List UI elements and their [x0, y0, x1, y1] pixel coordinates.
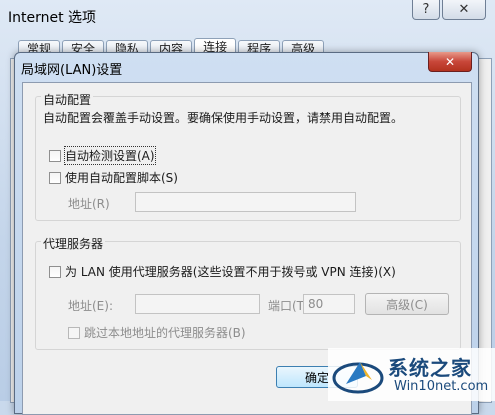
proxy-port-field[interactable]: 80 [303, 294, 355, 314]
help-button[interactable]: ? [412, 0, 440, 20]
advanced-button[interactable]: 高级(C) [365, 293, 449, 315]
internet-options-title: Internet 选项 [8, 10, 97, 26]
auto-script-label: 使用自动配置脚本(S) [65, 171, 178, 185]
proxy-address-field[interactable] [135, 294, 260, 314]
auto-detect-checkbox[interactable] [49, 149, 61, 162]
close-icon: ✕ [458, 2, 470, 17]
dialog-close-button[interactable]: ✕ [428, 52, 472, 72]
bypass-local-checkbox[interactable] [68, 326, 80, 339]
script-address-field[interactable] [135, 192, 356, 212]
auto-script-checkbox[interactable] [49, 171, 61, 184]
close-icon: ✕ [444, 54, 456, 69]
script-address-label: 地址(R) [68, 197, 110, 211]
watermark-site: Win10net.com [394, 379, 489, 394]
watermark-brand: 系统之家 [388, 356, 472, 380]
auto-detect-label: 自动检测设置(A) [64, 146, 156, 165]
auto-detect-option[interactable]: 自动检测设置(A) [49, 146, 156, 165]
window-close-button[interactable]: ✕ [442, 0, 486, 20]
auto-config-group-label: 自动配置 [41, 91, 94, 108]
use-proxy-checkbox[interactable] [49, 265, 61, 278]
proxy-address-label: 地址(E): [68, 299, 113, 313]
bypass-local-label: 跳过本地地址的代理服务器(B) [84, 326, 246, 340]
watermark-logo-icon [332, 362, 384, 394]
use-proxy-label: 为 LAN 使用代理服务器(这些设置不用于拨号或 VPN 连接)(X) [65, 265, 396, 279]
site-watermark: 系统之家 Win10net.com [328, 348, 495, 401]
auto-config-description: 自动配置会覆盖手动设置。要确保使用手动设置，请禁用自动配置。 [43, 111, 404, 125]
bypass-local-option[interactable]: 跳过本地地址的代理服务器(B) [68, 324, 246, 341]
auto-script-option[interactable]: 使用自动配置脚本(S) [49, 169, 178, 186]
help-icon: ? [422, 2, 430, 17]
proxy-group-label: 代理服务器 [41, 235, 106, 252]
use-proxy-option[interactable]: 为 LAN 使用代理服务器(这些设置不用于拨号或 VPN 连接)(X) [49, 263, 396, 280]
dialog-title: 局域网(LAN)设置 [21, 63, 123, 78]
